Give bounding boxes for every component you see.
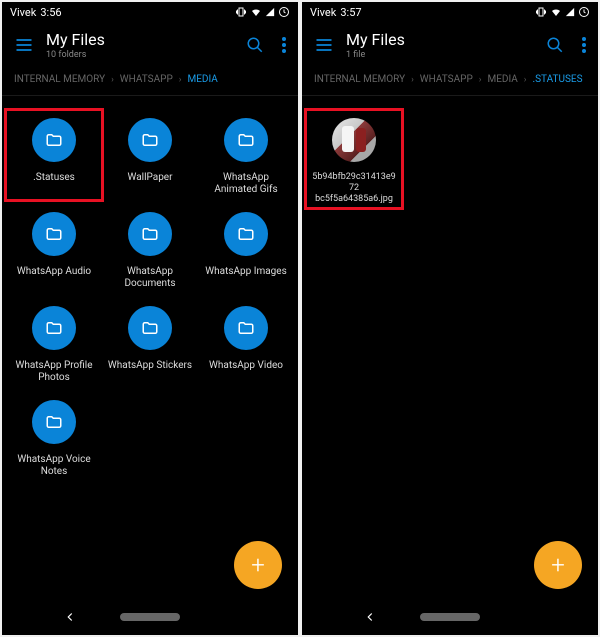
page-title: My Files — [346, 30, 534, 49]
folder-label: WhatsApp Voice Notes — [10, 454, 98, 478]
plus-icon: + — [251, 551, 265, 579]
status-bar: Vivek 3:57 — [302, 2, 598, 22]
folder-item[interactable]: WhatsApp Audio — [8, 206, 100, 296]
file-item[interactable]: 5b94bfb29c31413e972bc5f5a64385a6.jpg — [308, 112, 400, 210]
folder-item[interactable]: WhatsApp Stickers — [104, 300, 196, 390]
folder-item[interactable]: WhatsApp Voice Notes — [8, 394, 100, 484]
status-bar: Vivek 3:56 — [2, 2, 298, 22]
crumb-internal[interactable]: INTERNAL MEMORY — [314, 74, 405, 85]
folder-label: WallPaper — [127, 172, 172, 196]
folder-label: .Statuses — [33, 172, 75, 196]
plus-icon: + — [551, 551, 565, 579]
time-label: 3:56 — [40, 6, 61, 19]
app-bar: My Files 10 folders — [2, 22, 298, 68]
folder-icon — [224, 118, 268, 162]
folder-label: WhatsApp Stickers — [108, 360, 192, 384]
home-pill[interactable] — [420, 613, 480, 621]
image-thumbnail — [332, 118, 376, 162]
chevron-right-icon: › — [179, 75, 182, 85]
time-label: 3:57 — [340, 6, 361, 19]
folder-label: WhatsApp Animated Gifs — [202, 172, 290, 196]
folder-label: WhatsApp Documents — [106, 266, 194, 290]
chevron-right-icon: › — [524, 75, 527, 85]
folder-label: WhatsApp Profile Photos — [10, 360, 98, 384]
page-subtitle: 10 folders — [46, 50, 234, 60]
back-icon[interactable] — [63, 610, 77, 624]
crumb-whatsapp[interactable]: WHATSAPP — [120, 74, 173, 85]
wifi-icon — [550, 6, 562, 18]
folder-item[interactable]: WhatsApp Animated Gifs — [200, 112, 292, 202]
folder-icon — [32, 400, 76, 444]
chevron-right-icon: › — [411, 75, 414, 85]
signal-icon — [265, 7, 275, 17]
app-bar: My Files 1 file — [302, 22, 598, 68]
crumb-internal[interactable]: INTERNAL MEMORY — [14, 74, 105, 85]
search-icon[interactable] — [246, 36, 264, 54]
chevron-right-icon: › — [479, 75, 482, 85]
nav-bar — [2, 599, 298, 635]
carrier-label: Vivek — [10, 6, 36, 19]
folder-item[interactable]: WallPaper — [104, 112, 196, 202]
status-icons — [535, 6, 590, 18]
page-subtitle: 1 file — [346, 50, 534, 60]
crumb-media[interactable]: MEDIA — [187, 74, 217, 85]
breadcrumb: INTERNAL MEMORY › WHATSAPP › MEDIA › .ST… — [302, 68, 598, 96]
folder-item[interactable]: WhatsApp Profile Photos — [8, 300, 100, 390]
fab-add[interactable]: + — [534, 541, 582, 589]
crumb-media[interactable]: MEDIA — [487, 74, 517, 85]
file-grid: 5b94bfb29c31413e972bc5f5a64385a6.jpg — [302, 96, 598, 599]
file-label: 5b94bfb29c31413e972bc5f5a64385a6.jpg — [310, 172, 398, 204]
folder-icon — [224, 212, 268, 256]
folder-icon — [32, 306, 76, 350]
folder-item[interactable]: WhatsApp Documents — [104, 206, 196, 296]
phone-left: Vivek 3:56 My Files 10 folders INTERNA — [2, 2, 298, 635]
folder-icon — [128, 306, 172, 350]
folder-icon — [224, 306, 268, 350]
folder-item[interactable]: WhatsApp Video — [200, 300, 292, 390]
more-icon[interactable] — [282, 37, 286, 53]
folder-label: WhatsApp Video — [209, 360, 283, 384]
menu-icon[interactable] — [314, 35, 334, 55]
folder-icon — [32, 118, 76, 162]
search-icon[interactable] — [546, 36, 564, 54]
battery-icon — [278, 6, 290, 18]
folder-grid: .Statuses WallPaper WhatsApp Animated Gifs… — [2, 96, 298, 599]
status-icons — [235, 6, 290, 18]
folder-icon — [32, 212, 76, 256]
more-icon[interactable] — [582, 37, 586, 53]
folder-icon — [128, 212, 172, 256]
crumb-statuses[interactable]: .STATUSES — [532, 74, 582, 85]
carrier-label: Vivek — [310, 6, 336, 19]
folder-label: WhatsApp Audio — [17, 266, 91, 290]
nav-bar — [302, 599, 598, 635]
folder-item[interactable]: .Statuses — [8, 112, 100, 202]
crumb-whatsapp[interactable]: WHATSAPP — [420, 74, 473, 85]
folder-item[interactable]: WhatsApp Images — [200, 206, 292, 296]
back-icon[interactable] — [363, 610, 377, 624]
folder-label: WhatsApp Images — [205, 266, 287, 290]
vibrate-icon — [235, 6, 247, 18]
signal-icon — [565, 7, 575, 17]
breadcrumb: INTERNAL MEMORY › WHATSAPP › MEDIA — [2, 68, 298, 96]
battery-icon — [578, 6, 590, 18]
menu-icon[interactable] — [14, 35, 34, 55]
phone-right: Vivek 3:57 My Files 1 file INTERNAL ME — [302, 2, 598, 635]
folder-icon — [128, 118, 172, 162]
home-pill[interactable] — [120, 613, 180, 621]
page-title: My Files — [46, 30, 234, 49]
vibrate-icon — [535, 6, 547, 18]
wifi-icon — [250, 6, 262, 18]
fab-add[interactable]: + — [234, 541, 282, 589]
chevron-right-icon: › — [111, 75, 114, 85]
